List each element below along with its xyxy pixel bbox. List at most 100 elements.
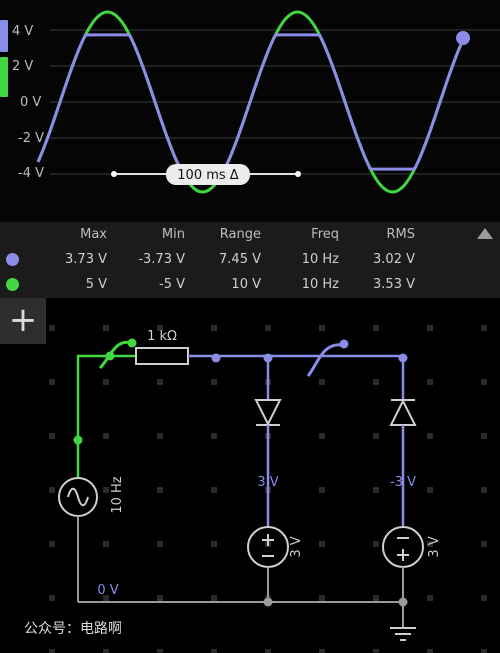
grid-dot <box>103 541 109 547</box>
row-blue-max: 3.73 V <box>65 252 107 267</box>
grid-dot <box>481 325 487 331</box>
ground-voltage-label: 0 V <box>97 583 118 598</box>
grid-dot <box>211 595 217 601</box>
grid-dot <box>49 649 55 653</box>
grid-dot <box>103 649 109 653</box>
grid-dot <box>49 541 55 547</box>
time-marker-right-handle[interactable] <box>295 171 301 177</box>
grid-dot <box>427 379 433 385</box>
grid-dot <box>103 379 109 385</box>
y-axis-label-0v: 0 V <box>20 95 42 110</box>
y-axis-label-neg2v: -2 V <box>18 131 44 146</box>
y-axis-label-2v: 2 V <box>12 59 34 74</box>
voltage-right-label: -3 V <box>390 475 416 490</box>
grid-dot <box>157 379 163 385</box>
resistor-label: 1 kΩ <box>147 329 177 344</box>
grid-dot <box>373 541 379 547</box>
grid-dot <box>265 325 271 331</box>
header-max: Max <box>80 227 107 242</box>
grid-dot <box>427 487 433 493</box>
source-frequency-label: 10 Hz <box>110 476 125 513</box>
grid-dot <box>373 325 379 331</box>
scope-plot[interactable]: 100 ms Δ <box>0 0 500 222</box>
trace-end-handle[interactable] <box>456 31 470 45</box>
grid-dot <box>481 487 487 493</box>
time-marker-left-handle[interactable] <box>111 171 117 177</box>
row-blue-freq: 10 Hz <box>301 252 339 267</box>
grid-dot <box>319 379 325 385</box>
circuit-canvas[interactable]: 1 kΩ 3 V 3 V -3 V 3 V 10 Hz 0 V <box>0 298 500 653</box>
voltage-left-label: 3 V <box>257 475 278 490</box>
grid-dot <box>373 379 379 385</box>
diode-right[interactable] <box>389 398 417 426</box>
sine-wave-icon <box>67 487 89 507</box>
grid-dot <box>103 325 109 331</box>
grid-dot <box>211 325 217 331</box>
row-green-rms: 3.53 V <box>373 277 415 292</box>
grid-dot <box>157 595 163 601</box>
triangle-up-icon[interactable] <box>477 228 493 239</box>
grid-dot <box>49 379 55 385</box>
header-rms: RMS <box>386 227 415 242</box>
grid-dot <box>427 649 433 653</box>
grid-dot <box>211 541 217 547</box>
row-green-color-dot <box>6 278 19 291</box>
grid-dot <box>49 325 55 331</box>
probe-green-handle[interactable] <box>127 338 137 348</box>
grid-dot <box>319 487 325 493</box>
y-axis-label-neg4v: -4 V <box>18 166 44 181</box>
grid-dot <box>49 595 55 601</box>
grid-dot <box>373 433 379 439</box>
grid-dot <box>373 487 379 493</box>
grid-dot <box>481 433 487 439</box>
grid-dot <box>481 541 487 547</box>
grid-dot <box>319 433 325 439</box>
grid-dot <box>211 487 217 493</box>
grid-dot <box>319 541 325 547</box>
grid-dot <box>427 433 433 439</box>
row-green-range: 10 V <box>231 277 261 292</box>
grid-dot <box>481 649 487 653</box>
grid-dot <box>481 595 487 601</box>
add-component-button[interactable]: + <box>0 298 46 344</box>
row-blue-color-dot <box>6 253 19 266</box>
grid-dot <box>211 649 217 653</box>
grid-dot <box>157 541 163 547</box>
row-blue-range: 7.45 V <box>219 252 261 267</box>
row-blue-rms: 3.02 V <box>373 252 415 267</box>
resistor[interactable] <box>135 347 189 365</box>
node-blue-1 <box>211 353 221 363</box>
grid-dot <box>319 649 325 653</box>
probe-blue-handle[interactable] <box>339 339 349 349</box>
oscilloscope-panel[interactable]: 100 ms Δ 4 V 2 V 0 V -2 V -4 V <box>0 0 500 222</box>
header-range: Range <box>219 227 261 242</box>
header-freq: Freq <box>311 227 339 242</box>
grid-dot <box>157 433 163 439</box>
grid-dot <box>49 487 55 493</box>
grid-dot <box>481 379 487 385</box>
grid-dot <box>211 379 217 385</box>
grid-dot <box>427 595 433 601</box>
grid-dot <box>103 433 109 439</box>
probe-blue-curve <box>306 343 344 377</box>
battery-left-label: 3 V <box>289 536 304 557</box>
measurement-table: Max Min Range Freq RMS 3.73 V -3.73 V 7.… <box>0 222 500 298</box>
grid-dot <box>103 487 109 493</box>
battery-right-label: 3 V <box>427 536 442 557</box>
circuit-schematic[interactable]: 1 kΩ 3 V 3 V -3 V 3 V 10 Hz 0 V <box>0 298 500 653</box>
diode-left[interactable] <box>254 399 282 427</box>
header-min: Min <box>161 227 185 242</box>
grid-dot <box>319 595 325 601</box>
watermark: 公众号：电路啊 <box>24 621 122 637</box>
grid-dot <box>319 325 325 331</box>
row-green-freq: 10 Hz <box>301 277 339 292</box>
grid-dot <box>427 325 433 331</box>
grid-dot <box>211 433 217 439</box>
y-axis-label-4v: 4 V <box>12 24 34 39</box>
grid-dot <box>49 433 55 439</box>
grid-dot <box>157 487 163 493</box>
grid-dot <box>265 649 271 653</box>
grid-dot <box>373 649 379 653</box>
scope-grid <box>50 29 500 175</box>
node-green-1 <box>105 351 115 361</box>
